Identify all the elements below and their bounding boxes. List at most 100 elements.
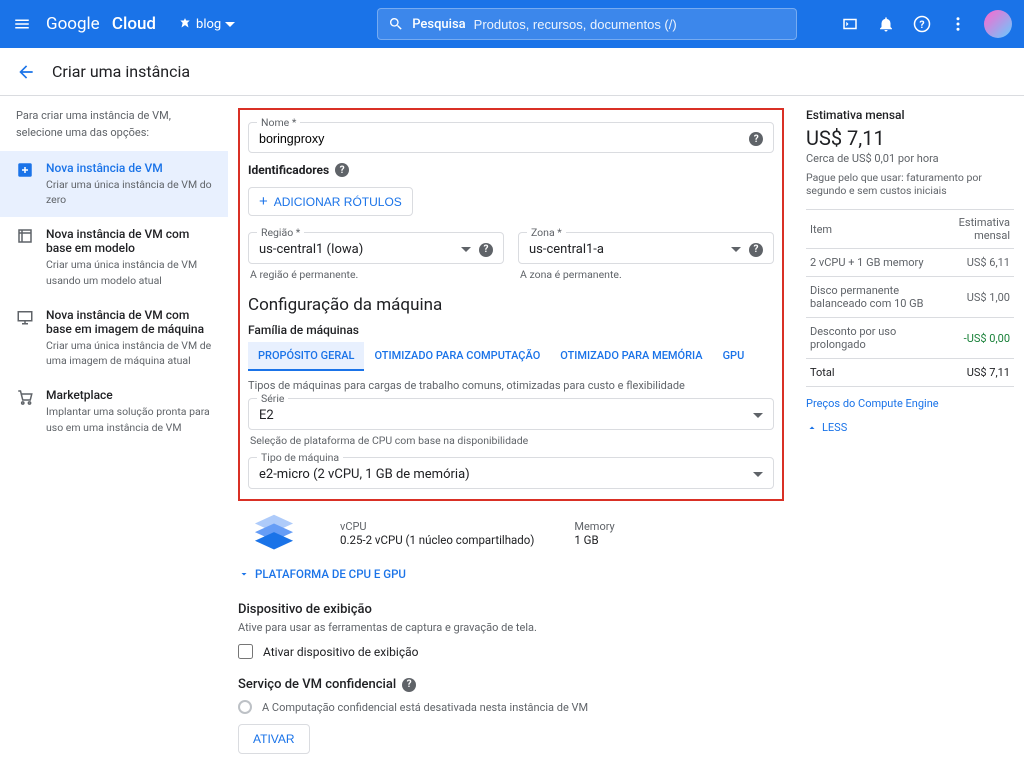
pricing-link[interactable]: Preços do Compute Engine	[806, 397, 939, 410]
memory-header: Memory	[574, 520, 614, 533]
series-helper: Seleção de plataforma de CPU com base na…	[250, 434, 774, 447]
chevron-down-icon	[225, 22, 235, 27]
table-row: Desconto por uso prolongado-US$ 0,00	[806, 318, 1014, 359]
name-label: Nome *	[257, 116, 300, 129]
tab-general-purpose[interactable]: PROPÓSITO GERAL	[248, 342, 364, 371]
zone-label: Zona *	[527, 226, 566, 239]
region-label: Região *	[257, 226, 304, 239]
sidebar-item-sub: Criar uma única instância de VM do zero	[46, 177, 212, 207]
template-icon	[16, 227, 34, 245]
search-bar[interactable]: Pesquisa	[377, 8, 797, 40]
search-icon	[388, 16, 404, 32]
confidential-desc: A Computação confidencial está desativad…	[262, 701, 588, 714]
machine-type-value: e2-micro (2 vCPU, 1 GB de memória)	[259, 467, 470, 482]
help-icon[interactable]: ?	[479, 243, 493, 257]
help-icon[interactable]: ?	[749, 132, 763, 146]
cart-icon	[16, 388, 34, 406]
name-field[interactable]: Nome * ?	[248, 122, 774, 153]
sidebar-item-label: Marketplace	[46, 388, 212, 402]
table-row: 2 vCPU + 1 GB memoryUS$ 6,11	[806, 249, 1014, 277]
vcpu-header: vCPU	[340, 520, 534, 533]
avatar[interactable]	[984, 10, 1012, 38]
display-device-checkbox-row[interactable]: Ativar dispositivo de exibição	[238, 644, 784, 659]
memory-value: 1 GB	[574, 533, 614, 547]
search-label: Pesquisa	[412, 17, 465, 32]
display-device-checkbox-label: Ativar dispositivo de exibição	[263, 645, 418, 659]
sidebar-item-sub: Implantar uma solução pronta para uso em…	[46, 404, 212, 434]
estimate-panel: Estimativa mensal US$ 7,11 Cerca de US$ …	[784, 96, 1024, 774]
sidebar-item-sub: Criar uma única instância de VM usando u…	[46, 257, 212, 287]
estimate-price: US$ 7,11	[806, 126, 1014, 150]
tab-gpu[interactable]: GPU	[713, 342, 755, 371]
family-tabs: PROPÓSITO GERAL OTIMIZADO PARA COMPUTAÇÃ…	[248, 342, 774, 371]
project-selector[interactable]: blog	[170, 13, 243, 36]
machine-config-title: Configuração da máquina	[248, 295, 774, 315]
sidebar: Para criar uma instância de VM, selecion…	[0, 96, 228, 774]
more-icon[interactable]	[948, 14, 968, 34]
sidebar-item-new-vm[interactable]: Nova instância de VM Criar uma única ins…	[0, 151, 228, 217]
confidential-radio-disabled	[238, 700, 252, 714]
back-arrow-icon[interactable]	[16, 62, 36, 82]
estimate-col-cost: Estimativa mensal	[938, 210, 1014, 249]
estimate-per-hour: Cerca de US$ 0,01 por hora	[806, 152, 1014, 165]
cpu-layers-icon	[248, 511, 300, 555]
machine-type-select[interactable]: Tipo de máquina e2-micro (2 vCPU, 1 GB d…	[248, 457, 774, 489]
chevron-down-icon	[753, 472, 763, 477]
help-icon[interactable]: ?	[335, 163, 349, 177]
table-row: Disco permanente balanceado com 10 GBUS$…	[806, 277, 1014, 318]
help-icon[interactable]: ?	[912, 14, 932, 34]
activate-button[interactable]: ATIVAR	[238, 724, 310, 754]
estimate-title: Estimativa mensal	[806, 108, 1014, 122]
add-labels-button[interactable]: + ADICIONAR RÓTULOS	[248, 187, 413, 216]
hamburger-menu-icon[interactable]	[12, 14, 32, 34]
series-value: E2	[259, 408, 274, 423]
plus-square-icon	[16, 161, 34, 179]
table-row-total: TotalUS$ 7,11	[806, 359, 1014, 387]
region-select[interactable]: Região * us-central1 (Iowa) ?	[248, 232, 504, 264]
sidebar-item-marketplace[interactable]: Marketplace Implantar uma solução pronta…	[0, 378, 228, 444]
search-input[interactable]	[474, 17, 787, 32]
estimate-table: Item Estimativa mensal 2 vCPU + 1 GB mem…	[806, 209, 1014, 387]
svg-text:?: ?	[919, 18, 924, 31]
zone-helper: A zona é permanente.	[520, 268, 774, 281]
cloud-shell-icon[interactable]	[840, 14, 860, 34]
sidebar-item-from-template[interactable]: Nova instância de VM com base em modelo …	[0, 217, 228, 297]
sidebar-desc: Para criar uma instância de VM, selecion…	[0, 108, 228, 151]
tab-compute-optimized[interactable]: OTIMIZADO PARA COMPUTAÇÃO	[364, 342, 550, 371]
family-desc: Tipos de máquinas para cargas de trabalh…	[248, 379, 774, 392]
estimate-col-item: Item	[806, 210, 938, 249]
display-device-checkbox[interactable]	[238, 644, 253, 659]
vcpu-value: 0.25-2 vCPU (1 núcleo compartilhado)	[340, 533, 534, 547]
help-icon[interactable]: ?	[749, 243, 763, 257]
cpu-gpu-platform-expand[interactable]: PLATAFORMA DE CPU E GPU	[238, 567, 406, 581]
series-label: Série	[257, 392, 288, 405]
display-device-title: Dispositivo de exibição	[238, 602, 784, 617]
display-device-desc: Ative para usar as ferramentas de captur…	[238, 621, 784, 634]
help-icon[interactable]: ?	[402, 678, 416, 692]
logo: Google Cloud	[46, 14, 156, 34]
zone-value: us-central1-a	[529, 242, 604, 257]
chevron-down-icon	[238, 568, 250, 580]
confidential-title: Serviço de VM confidencial	[238, 677, 396, 692]
machine-image-icon	[16, 308, 34, 326]
sidebar-item-label: Nova instância de VM com base em imagem …	[46, 308, 212, 336]
chevron-down-icon	[731, 247, 741, 252]
series-select[interactable]: Série E2	[248, 398, 774, 430]
chevron-up-icon	[806, 422, 818, 434]
name-input[interactable]	[259, 132, 749, 146]
less-toggle[interactable]: LESS	[806, 421, 847, 434]
sidebar-item-label: Nova instância de VM com base em modelo	[46, 227, 212, 255]
identifiers-label: Identificadores	[248, 163, 329, 177]
family-label: Família de máquinas	[248, 323, 774, 337]
machine-type-label: Tipo de máquina	[257, 451, 343, 464]
notifications-icon[interactable]	[876, 14, 896, 34]
tab-memory-optimized[interactable]: OTIMIZADO PARA MEMÓRIA	[550, 342, 712, 371]
region-value: us-central1 (Iowa)	[259, 242, 363, 257]
form-highlight-area: Nome * ? Identificadores ? + ADICIONAR R…	[238, 108, 784, 501]
zone-select[interactable]: Zona * us-central1-a ?	[518, 232, 774, 264]
chevron-down-icon	[461, 247, 471, 252]
sidebar-item-from-image[interactable]: Nova instância de VM com base em imagem …	[0, 298, 228, 378]
region-helper: A região é permanente.	[250, 268, 504, 281]
sidebar-item-sub: Criar uma única instância de VM de uma i…	[46, 338, 212, 368]
project-name: blog	[196, 17, 221, 32]
